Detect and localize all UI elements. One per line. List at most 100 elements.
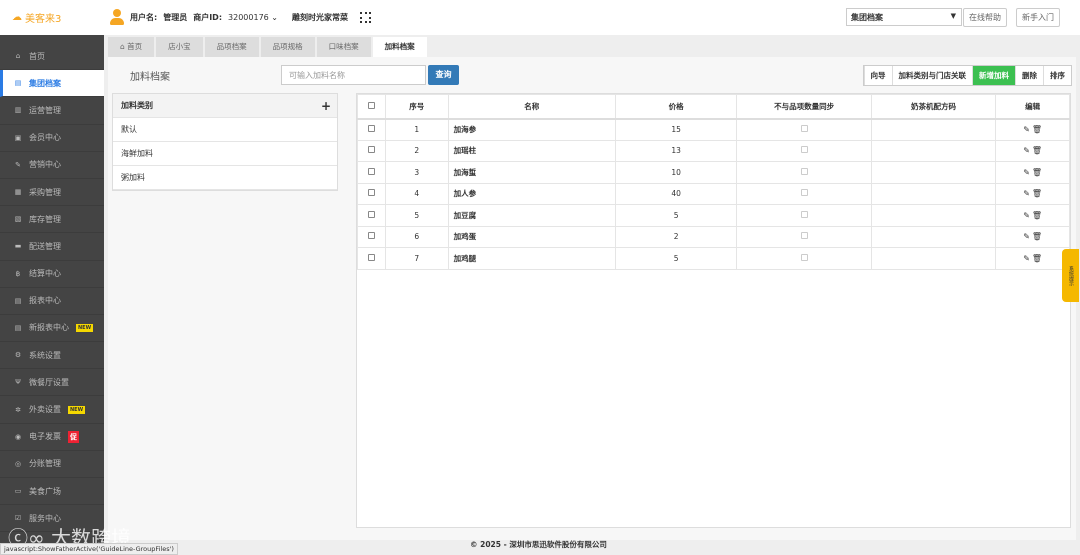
row-checkbox[interactable]	[367, 167, 375, 175]
main-panel: 加料档案 可输入加料名称 查询 向导 加料类别与门店关联 新增加料 删除 排序 加料类别…	[108, 57, 1076, 540]
page-tabs: ⌂ 首页 店小宝 品项档案 品项规格 口味档案 加料档案	[108, 37, 427, 57]
trash-icon[interactable]: 🗑	[1032, 211, 1042, 220]
sync-checkbox[interactable]	[800, 125, 808, 132]
table-row[interactable]: 6 加鸡蛋 2 ✎ 🗑	[357, 225, 1070, 248]
edit-icon[interactable]: ✎	[1023, 146, 1030, 155]
sidebar-item[interactable]: ✲ 外卖设置 NEW	[0, 396, 104, 424]
formula-code	[870, 139, 997, 162]
chart-icon: ▥	[14, 106, 22, 115]
category-item[interactable]: 海鲜加料	[113, 142, 337, 166]
cloud-icon: ☁	[12, 12, 22, 23]
edit-icon[interactable]: ✎	[1023, 168, 1030, 177]
sidebar-item[interactable]: ◎ 分账管理	[0, 451, 104, 478]
sync-checkbox[interactable]	[800, 146, 808, 154]
row-checkbox[interactable]	[367, 253, 375, 261]
page-title: 加料档案	[130, 72, 170, 83]
edit-icon[interactable]: ✎	[1023, 211, 1030, 220]
row-checkbox[interactable]	[367, 125, 375, 132]
sync-checkbox[interactable]	[800, 189, 808, 197]
table-row[interactable]: 1 加海参 15 ✎ 🗑	[357, 118, 1070, 141]
edit-icon: ✎	[15, 160, 21, 169]
sync-checkbox[interactable]	[800, 210, 808, 218]
tab[interactable]: 品项档案	[204, 37, 259, 57]
edit-icon[interactable]: ✎	[1023, 125, 1030, 134]
status-bar: javascript:ShowFatherActive('GuideLine-G…	[0, 543, 178, 555]
table-row[interactable]: 5 加豆腐 5 ✎ 🗑	[357, 204, 1070, 227]
sidebar-item[interactable]: ▣ 会员中心	[0, 125, 104, 152]
gear-icon: ✲	[15, 405, 21, 414]
username: 管理员	[163, 12, 188, 22]
sync-checkbox[interactable]	[800, 167, 808, 175]
qr-code-icon[interactable]	[360, 11, 371, 23]
trash-icon[interactable]: 🗑	[1032, 168, 1042, 177]
sidebar-item[interactable]: ▥ 运营管理	[0, 97, 104, 125]
id-card-icon: ▣	[14, 133, 22, 142]
sidebar-item[interactable]: ▤ 集团档案	[0, 70, 104, 98]
row-checkbox[interactable]	[367, 232, 375, 240]
table-row[interactable]: 7 加鸡腿 5 ✎ 🗑	[357, 247, 1070, 270]
column-header: 名称	[447, 94, 616, 120]
category-list: 加料类别 + 默认 海鲜加料 粥加料	[112, 93, 338, 191]
sidebar-item[interactable]: ▤ 新报表中心 NEW	[0, 315, 104, 343]
table-row[interactable]: 2 加瑶柱 13 ✎ 🗑	[357, 139, 1070, 162]
tab[interactable]: ⌂ 首页	[108, 37, 155, 57]
tab[interactable]: 品项规格	[260, 37, 315, 57]
sidebar-item[interactable]: ▭ 美食广场	[0, 478, 104, 506]
sidebar-item[interactable]: ▦ 采购管理	[0, 179, 104, 207]
search-input[interactable]: 可输入加料名称	[281, 65, 426, 85]
logo[interactable]: ☁ 美客来3	[12, 10, 61, 25]
system-tip-tab[interactable]: 系统提示	[1062, 249, 1079, 302]
tab[interactable]: 口味档案	[316, 37, 371, 57]
sidebar-item[interactable]: ⌂ 首页	[0, 43, 104, 71]
table-row[interactable]: 3 加海蜇 10 ✎ 🗑	[357, 161, 1070, 184]
sync-checkbox[interactable]	[800, 253, 808, 261]
edit-icon[interactable]: ✎	[1023, 232, 1030, 241]
toolbar-button[interactable]: 删除	[1015, 66, 1043, 85]
tab[interactable]: 加料档案	[372, 37, 427, 57]
merchant-id-dropdown[interactable]: 32000176 ⌄	[228, 13, 278, 22]
formula-code	[870, 247, 997, 270]
row-checkbox[interactable]	[367, 210, 375, 218]
toolbar-button[interactable]: 排序	[1043, 66, 1071, 85]
add-category-icon[interactable]: +	[321, 94, 331, 118]
row-checkbox[interactable]	[367, 146, 375, 154]
category-item[interactable]: 默认	[113, 118, 337, 142]
tab[interactable]: 店小宝	[156, 37, 203, 57]
edit-icon[interactable]: ✎	[1023, 189, 1030, 198]
trash-icon[interactable]: 🗑	[1032, 125, 1042, 134]
trash-icon[interactable]: 🗑	[1032, 254, 1042, 263]
footer-copyright: © 2025 - 深圳市思迅软件股份有限公司	[470, 540, 607, 549]
module-select[interactable]: 集团档案 ▼	[846, 8, 962, 26]
edit-icon[interactable]: ✎	[1023, 254, 1030, 263]
select-all-checkbox[interactable]	[367, 101, 375, 109]
table-row[interactable]: 4 加人参 40 ✎ 🗑	[357, 182, 1070, 205]
sidebar-item[interactable]: ▧ 库存管理	[0, 206, 104, 234]
trash-icon[interactable]: 🗑	[1032, 146, 1042, 155]
toolbar-button[interactable]: 向导	[863, 66, 892, 85]
sidebar-item[interactable]: ▤ 报表中心	[0, 288, 104, 315]
toolbar-button[interactable]: 加料类别与门店关联	[891, 66, 973, 85]
sidebar-item[interactable]: ⚙ 系统设置	[0, 342, 104, 370]
select-all-header[interactable]	[357, 94, 386, 120]
addon-table: 序号 名称 价格 不与品项数量同步 奶茶机配方码 编辑 1 加海参 15 ✎ 🗑 2 加瑶柱 13 ✎ 🗑 3…	[356, 93, 1071, 528]
formula-code	[870, 204, 997, 227]
sync-checkbox[interactable]	[800, 232, 808, 240]
toolbar-button[interactable]: 新增加料	[972, 66, 1015, 85]
trash-icon[interactable]: 🗑	[1032, 189, 1042, 198]
beginner-guide-button[interactable]: 新手入门	[1016, 8, 1060, 27]
caret-down-icon: ▼	[950, 12, 956, 20]
sidebar-item[interactable]: ◉ 电子发票促	[0, 424, 104, 451]
invoice-icon: ◉	[14, 432, 22, 441]
row-checkbox[interactable]	[367, 189, 375, 197]
category-item[interactable]: 粥加料	[113, 166, 337, 190]
trash-icon[interactable]: 🗑	[1032, 232, 1042, 241]
yen-icon: ◎	[14, 459, 22, 468]
query-button[interactable]: 查询	[428, 65, 459, 85]
box-icon: ▧	[14, 215, 22, 224]
home-icon: ⌂	[15, 52, 21, 61]
sidebar-item[interactable]: Ψ 微餐厅设置	[0, 369, 104, 397]
online-help-button[interactable]: 在线帮助	[963, 8, 1007, 27]
sidebar-item[interactable]: ✎ 营销中心	[0, 152, 104, 179]
sidebar-item[interactable]: ฿结算中心	[0, 261, 104, 288]
sidebar-item[interactable]: ▬ 配送管理	[0, 233, 104, 261]
